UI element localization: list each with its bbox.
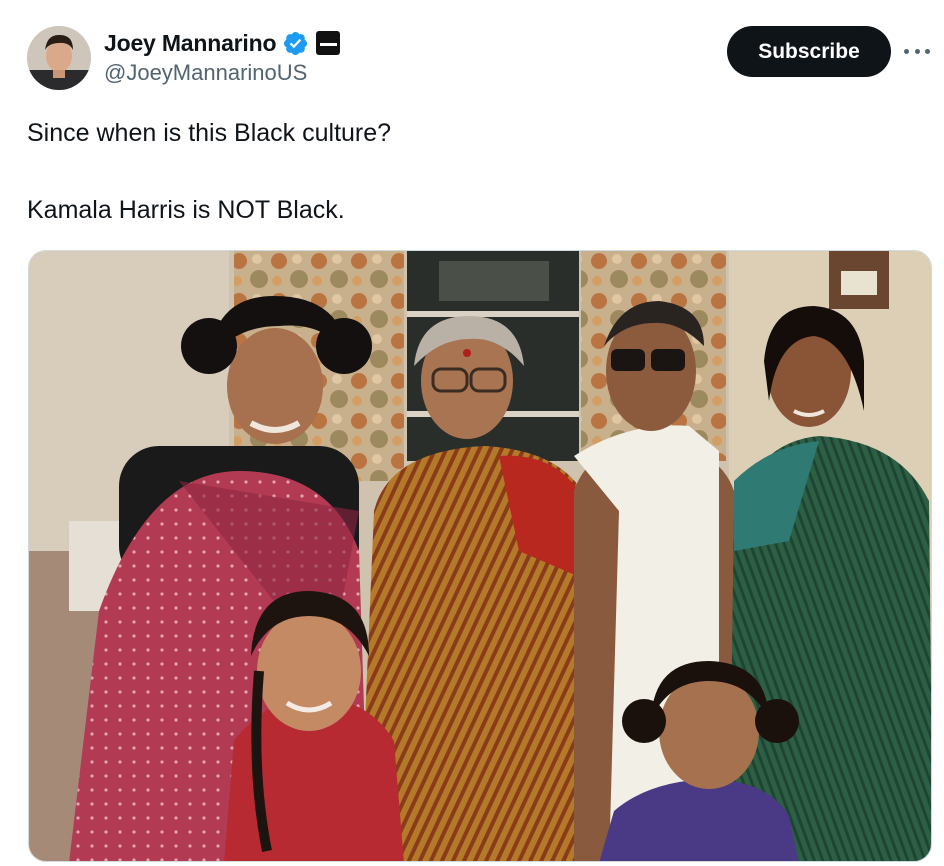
tweet-text-line-1: Since when is this Black culture? — [27, 119, 392, 147]
author-handle[interactable]: @JoeyMannarinoUS — [104, 60, 307, 86]
more-options-icon[interactable] — [904, 40, 930, 62]
tweet-text-line-2: Kamala Harris is NOT Black. — [27, 196, 345, 224]
tweet-card: Joey Mannarino @JoeyMannarinoUS Subscrib… — [0, 0, 944, 866]
author-name[interactable]: Joey Mannarino — [104, 30, 276, 57]
affiliation-badge-icon[interactable] — [316, 31, 341, 55]
author-name-row: Joey Mannarino — [104, 28, 341, 58]
subscribe-button[interactable]: Subscribe — [727, 26, 891, 77]
avatar[interactable] — [27, 26, 91, 90]
tweet-photo[interactable] — [28, 250, 932, 862]
verified-badge-icon — [284, 31, 308, 55]
